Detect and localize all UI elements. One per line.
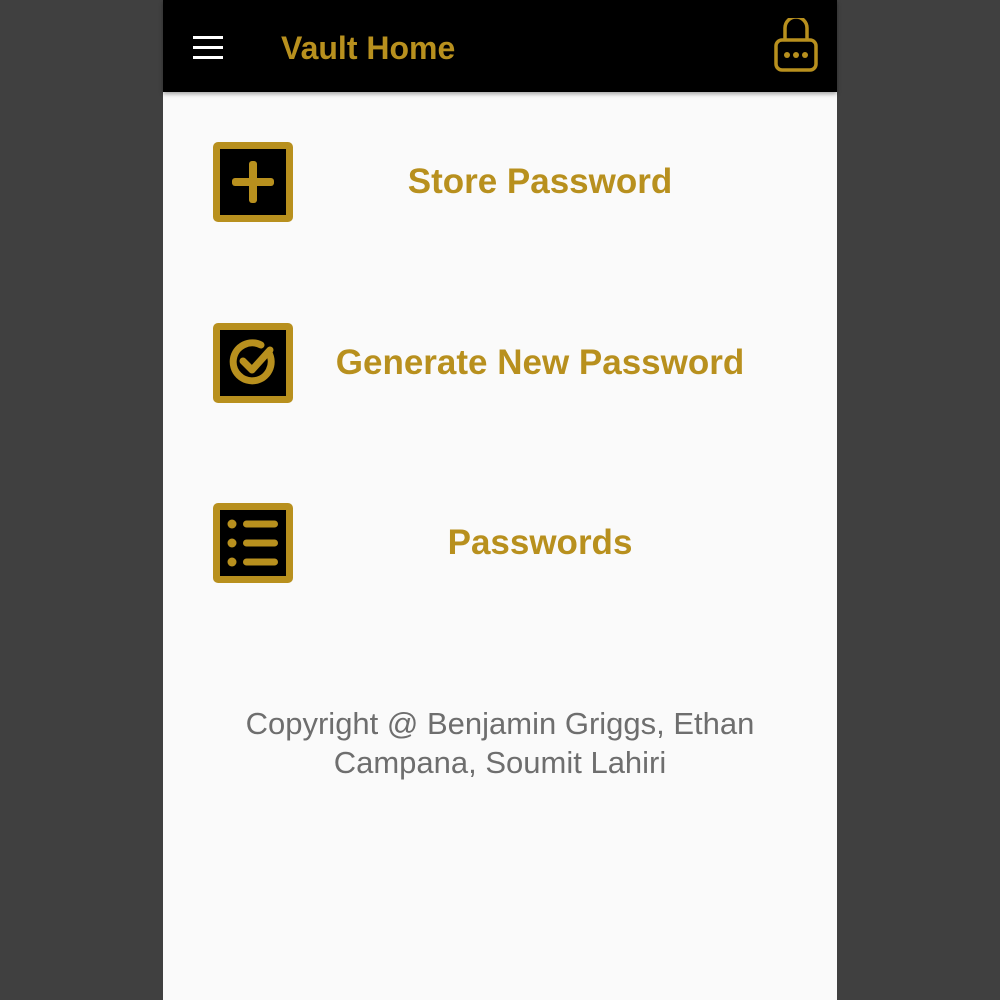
- copyright-text: Copyright @ Benjamin Griggs, Ethan Campa…: [245, 706, 755, 780]
- list-box-icon[interactable]: [211, 501, 295, 585]
- add-box-icon[interactable]: [211, 140, 295, 224]
- passwords-button[interactable]: Passwords: [163, 501, 837, 585]
- store-password-button[interactable]: Store Password: [163, 140, 837, 224]
- app-bar: Vault Home: [163, 0, 837, 92]
- app-screen: Vault Home Store Password Generate New P…: [163, 0, 837, 1000]
- page-title: Vault Home: [281, 30, 456, 66]
- store-password-label: Store Password: [407, 162, 673, 201]
- hamburger-menu-icon[interactable]: [188, 28, 228, 68]
- generate-password-button[interactable]: Generate New Password: [163, 321, 837, 405]
- password-lock-icon[interactable]: [773, 15, 819, 74]
- check-circle-box-icon[interactable]: [211, 321, 295, 405]
- generate-password-label: Generate New Password: [335, 343, 745, 382]
- passwords-label: Passwords: [447, 523, 633, 562]
